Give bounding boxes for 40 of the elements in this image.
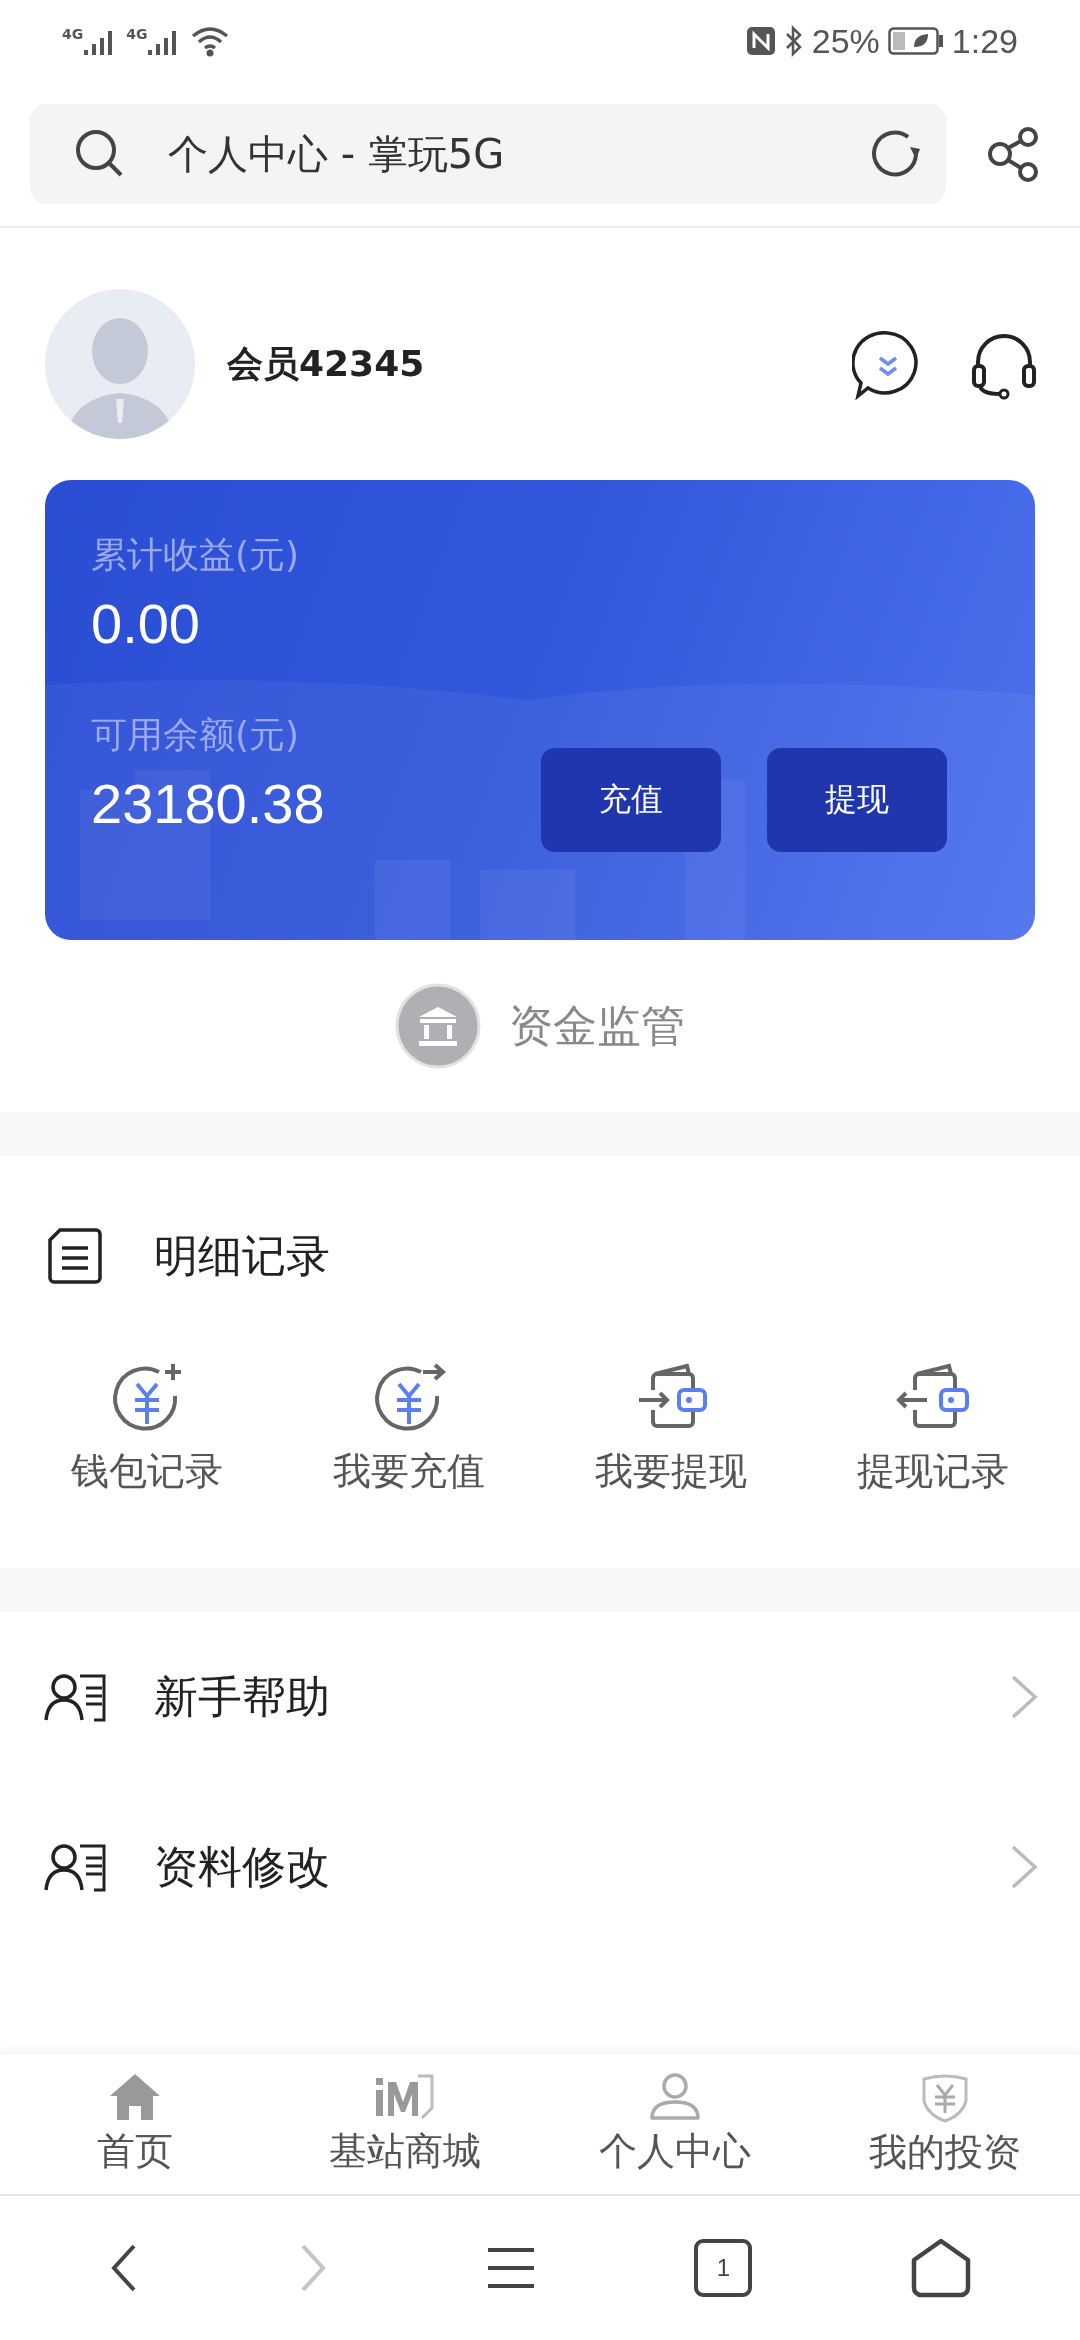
page-title: 个人中心 - 掌玩5G [168,129,506,179]
person-card-icon [44,1672,106,1722]
tab-count-button[interactable]: 1 [694,2239,753,2297]
record-shortcut[interactable]: 钱包记录 [16,1356,278,1497]
balance-amount: 23180.38 [91,771,326,837]
wifi-icon [190,25,231,57]
bluetooth-icon [783,25,804,57]
withdraw-button[interactable]: 提现 [767,748,947,852]
document-list-icon [48,1228,102,1284]
menu-item[interactable]: 资料修改 [0,1782,1080,1952]
address-bar[interactable]: 个人中心 - 掌玩5G [30,104,946,204]
tab-item[interactable]: 我的投资 [810,2054,1080,2194]
member-name: 会员42345 [227,341,426,386]
home-icon [108,2071,162,2122]
fund-supervision-label: 资金监管 [509,998,685,1053]
record-shortcut[interactable]: 我要充值 [278,1356,540,1497]
record-shortcut[interactable]: 提现记录 [802,1356,1064,1497]
clock-time: 1:29 [951,21,1018,61]
earnings-amount: 0.00 [91,591,201,657]
record-shortcut[interactable]: 我要提现 [540,1356,802,1497]
person-card-icon [44,1842,106,1892]
menu-item[interactable]: 新手帮助 [0,1612,1080,1782]
tab-item[interactable]: 首页 [0,2054,270,2194]
battery-percent: 25% [811,21,880,61]
nfc-icon [745,26,776,56]
chevron-right-icon [1010,1674,1038,1720]
balance-label: 可用余额(元) [91,713,301,757]
home-icon[interactable] [910,2238,971,2298]
person-icon [648,2071,702,2122]
section-title: 明细记录 [154,1228,330,1283]
network-label: 4G [62,26,84,42]
recharge-button[interactable]: 充值 [541,748,721,852]
battery-icon [887,27,944,55]
tab-item[interactable]: 个人中心 [540,2054,810,2194]
chevron-right-icon [1010,1844,1038,1890]
bank-icon [395,983,481,1069]
network-label: 4G [126,26,148,42]
tab-item[interactable]: 基站商城 [270,2054,540,2194]
earnings-label: 累计收益(元) [91,533,301,577]
menu-icon[interactable] [485,2246,536,2290]
